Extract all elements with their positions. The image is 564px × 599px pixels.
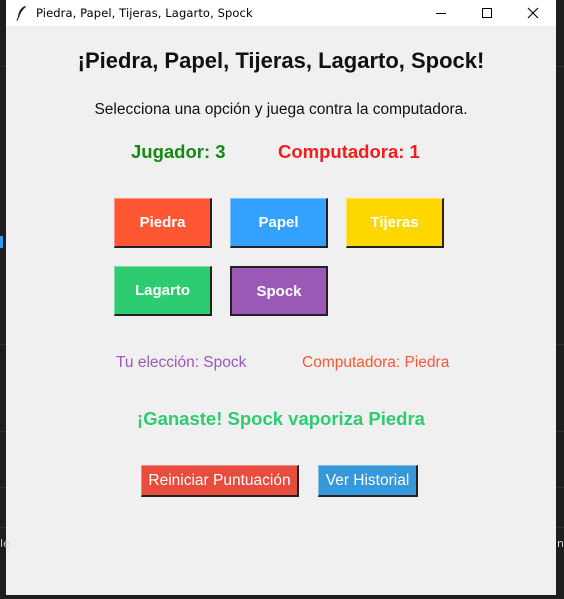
background-fragment: na <box>557 537 564 550</box>
game-heading: ¡Piedra, Papel, Tijeras, Lagarto, Spock! <box>77 48 485 73</box>
window-title: Piedra, Papel, Tijeras, Lagarto, Spock <box>36 6 253 20</box>
instructions-text: Selecciona una opción y juega contra la … <box>94 101 468 118</box>
close-button[interactable] <box>510 0 556 26</box>
computer-score: Computadora: 1 <box>278 141 420 162</box>
spock-button[interactable]: Spock <box>230 266 328 316</box>
close-icon <box>527 7 539 19</box>
app-window: Piedra, Papel, Tijeras, Lagarto, Spock ¡… <box>6 0 556 595</box>
minimize-icon <box>436 13 446 14</box>
minimize-button[interactable] <box>418 0 464 26</box>
game-panel: ¡Piedra, Papel, Tijeras, Lagarto, Spock!… <box>6 26 556 595</box>
background-accent <box>0 236 3 248</box>
lagarto-button[interactable]: Lagarto <box>114 266 212 316</box>
piedra-button[interactable]: Piedra <box>114 198 212 248</box>
maximize-button[interactable] <box>464 0 510 26</box>
tijeras-button[interactable]: Tijeras <box>346 198 444 248</box>
reset-score-button[interactable]: Reiniciar Puntuación <box>141 465 299 497</box>
papel-button[interactable]: Papel <box>230 198 328 248</box>
result-message: ¡Ganaste! Spock vaporiza Piedra <box>137 408 425 429</box>
player-score: Jugador: 3 <box>131 141 226 162</box>
view-history-button[interactable]: Ver Historial <box>318 465 418 497</box>
feather-icon <box>15 5 29 21</box>
player-choice-label: Tu elección: Spock <box>116 354 247 371</box>
background-fragment: le <box>0 537 10 550</box>
computer-choice-label: Computadora: Piedra <box>302 354 450 371</box>
title-bar: Piedra, Papel, Tijeras, Lagarto, Spock <box>6 0 556 26</box>
maximize-icon <box>482 8 492 18</box>
